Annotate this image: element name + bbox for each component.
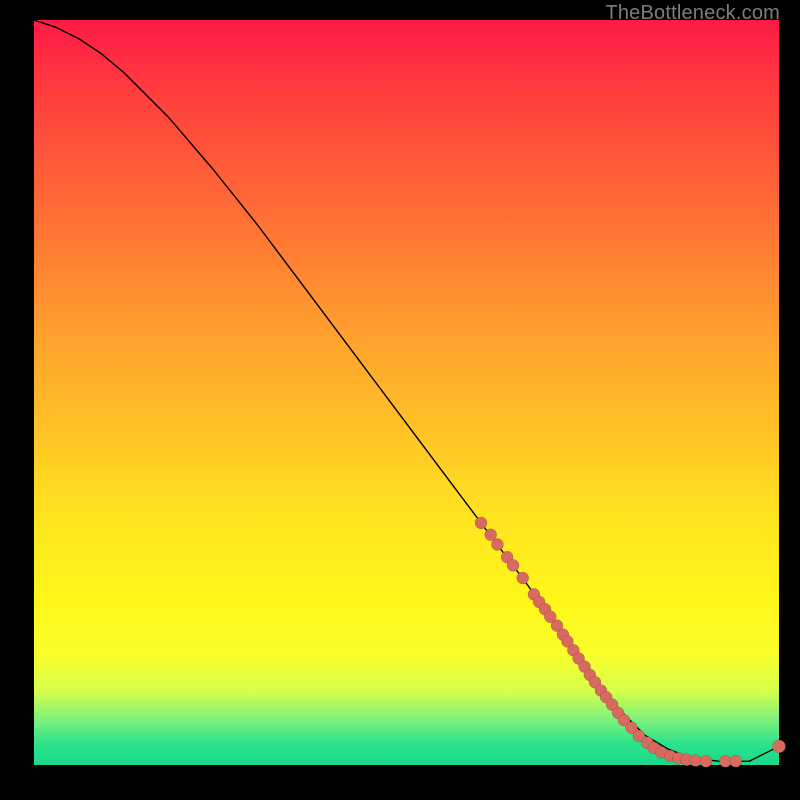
chart-stage: TheBottleneck.com (0, 0, 800, 800)
data-point (491, 538, 503, 550)
plot-area (34, 20, 779, 765)
data-point (507, 559, 519, 571)
data-point (690, 755, 702, 767)
data-points-group (475, 517, 786, 767)
bottleneck-curve (34, 20, 779, 761)
chart-svg (34, 20, 779, 765)
data-point (700, 755, 712, 767)
data-point (773, 740, 786, 753)
data-point (517, 572, 529, 584)
data-point (475, 517, 487, 529)
data-point (730, 755, 742, 767)
